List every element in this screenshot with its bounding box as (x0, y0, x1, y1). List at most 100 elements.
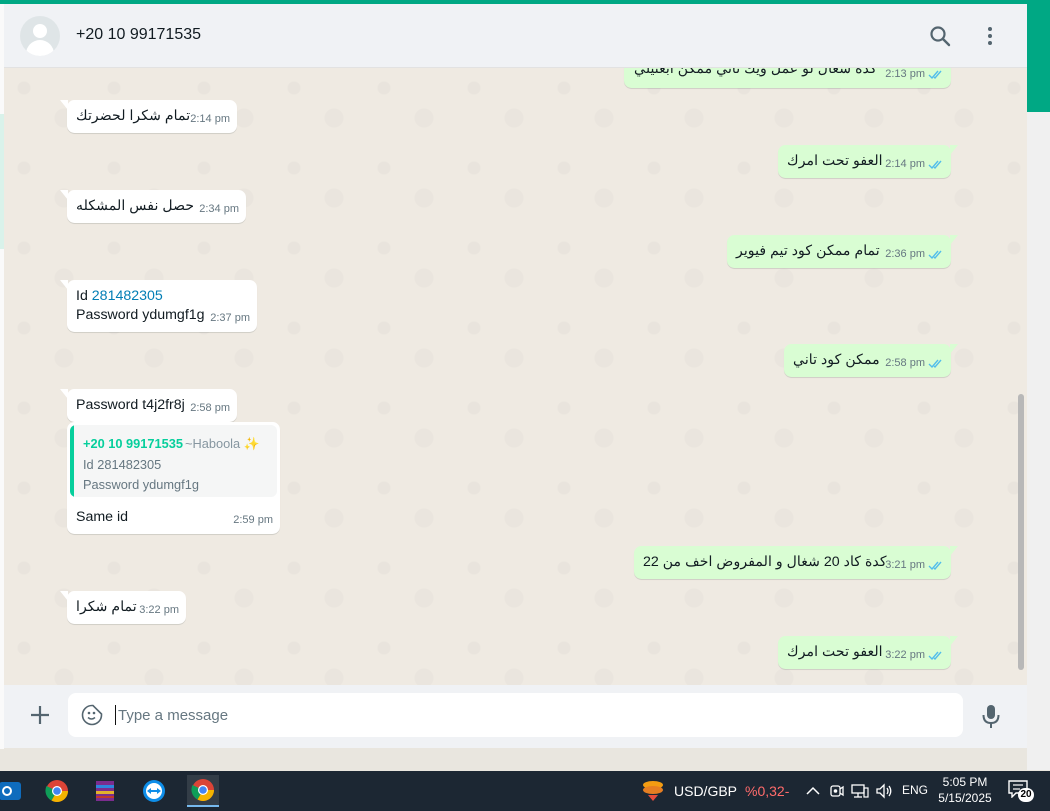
read-receipt-icon (928, 250, 942, 260)
chat-header[interactable]: +20 10 99171535 (4, 4, 1027, 68)
chrome-app-icon[interactable] (41, 775, 73, 807)
message-incoming-reply[interactable]: +20 10 99171535 ~Haboola ✨ Id 281482305 … (67, 422, 280, 534)
contact-name[interactable]: +20 10 99171535 (76, 26, 201, 44)
quote-bar (70, 425, 74, 497)
message-meta: 2:58 pm (190, 399, 230, 418)
app-right-background (1027, 112, 1050, 770)
clock-date: 5/15/2025 (938, 791, 992, 805)
message-meta: 2:59 pm (233, 511, 273, 530)
id-label: Id (76, 288, 88, 304)
message-text: Same id (76, 509, 129, 525)
ticker-change: %0,32- (745, 783, 790, 799)
meet-now-icon[interactable] (828, 782, 846, 800)
app-right-accent (1027, 4, 1050, 112)
message-meta: 2:58 pm (885, 354, 944, 373)
composer (4, 685, 1027, 748)
message-text: كدة كاد 20 شغال و المفروض اخف من 22 (643, 554, 887, 570)
message-text: ممكن كود تاني (793, 352, 880, 368)
avatar-body (26, 40, 54, 56)
notification-center-icon[interactable]: 20 (1008, 780, 1036, 802)
message-meta: 2:14 pm (190, 110, 230, 129)
message-text: العفو تحت امرك (787, 644, 883, 660)
read-receipt-icon (928, 651, 942, 661)
message-text: حصل نفس المشكله (76, 198, 195, 214)
message-meta: 2:14 pm (885, 155, 944, 174)
message-time: 2:36 pm (885, 248, 925, 260)
message-text: Id 281482305 (76, 287, 163, 306)
message-input[interactable] (118, 693, 938, 737)
message-text: كدة شغال لو عمل ويك تاني ممكن ابعتيلي (634, 68, 877, 77)
message-outgoing[interactable]: العفو تحت امرك 2:14 pm (778, 145, 958, 178)
chat-panel: +20 10 99171535 كدة شغال لو عمل ويك تاني… (4, 4, 1027, 748)
quoted-message[interactable]: +20 10 99171535 ~Haboola ✨ Id 281482305 … (70, 425, 277, 497)
message-meta: 3:22 pm (885, 646, 944, 665)
volume-icon[interactable] (876, 782, 894, 800)
read-receipt-icon (928, 359, 942, 369)
id-number-link[interactable]: 281482305 (92, 288, 163, 304)
text-caret (115, 705, 116, 725)
read-receipt-icon (928, 561, 942, 571)
message-time: 2:13 pm (885, 68, 925, 80)
chevron-up-icon[interactable] (804, 782, 822, 800)
message-scrollbar[interactable] (1015, 68, 1027, 685)
message-time: 2:34 pm (199, 203, 239, 215)
clock-time: 5:05 PM (942, 775, 988, 789)
emoji-sticker-icon[interactable] (81, 704, 103, 726)
message-time: 3:22 pm (885, 649, 925, 661)
message-time: 2:59 pm (233, 514, 273, 526)
message-input-box[interactable] (68, 693, 963, 737)
message-incoming[interactable]: حصل نفس المشكله 2:34 pm (60, 190, 246, 223)
message-outgoing[interactable]: تمام ممكن كود تيم فيوير 2:36 pm (727, 235, 958, 268)
attach-plus-icon[interactable] (28, 703, 52, 727)
stock-ticker-widget[interactable]: USD/GBP %0,32- (640, 779, 789, 803)
notification-count-badge: 20 (1018, 788, 1034, 802)
teamviewer-app-icon[interactable] (138, 775, 170, 807)
message-meta: 3:22 pm (139, 601, 179, 620)
message-time: 2:37 pm (210, 312, 250, 324)
chrome-active-app-icon[interactable] (187, 775, 219, 807)
message-list[interactable]: كدة شغال لو عمل ويك تاني ممكن ابعتيلي 2:… (4, 68, 1027, 685)
scrollbar-thumb[interactable] (1018, 394, 1024, 670)
currency-coins-icon (643, 781, 663, 801)
winrar-app-icon[interactable] (89, 775, 121, 807)
language-indicator[interactable]: ENG (902, 783, 928, 797)
message-text: تمام شكرا (76, 599, 137, 615)
ticker-symbol: USD/GBP (674, 783, 738, 799)
message-time: 2:58 pm (885, 357, 925, 369)
message-time: 3:21 pm (885, 559, 925, 571)
quote-line2: Password ydumgf1g (83, 477, 199, 492)
message-text: Password t4j2fr8j (76, 397, 185, 413)
network-icon[interactable] (851, 782, 869, 800)
system-clock[interactable]: 5:05 PM 5/15/2025 (934, 774, 996, 806)
message-text: تمام شكرا لحضرتك (76, 108, 191, 124)
avatar-head (33, 24, 47, 38)
message-outgoing[interactable]: كدة شغال لو عمل ويك تاني ممكن ابعتيلي 2:… (624, 68, 951, 88)
message-incoming[interactable]: Id 281482305 Password ydumgf1g 2:37 pm (60, 280, 257, 332)
message-text-line2: Password ydumgf1g (76, 307, 205, 323)
message-time: 3:22 pm (139, 604, 179, 616)
quote-sender: +20 10 99171535 (83, 436, 183, 451)
read-receipt-icon (928, 160, 942, 170)
message-outgoing[interactable]: ممكن كود تاني 2:58 pm (784, 344, 958, 377)
message-meta: 3:21 pm (885, 556, 944, 575)
more-vertical-icon[interactable] (978, 24, 1002, 48)
message-meta: 2:34 pm (199, 200, 239, 219)
message-time: 2:14 pm (190, 113, 230, 125)
read-receipt-icon (928, 70, 942, 80)
message-outgoing[interactable]: العفو تحت امرك 3:22 pm (778, 636, 958, 669)
search-icon[interactable] (928, 24, 952, 48)
microphone-icon[interactable] (981, 704, 1001, 730)
message-meta: 2:36 pm (885, 245, 944, 264)
message-outgoing[interactable]: كدة كاد 20 شغال و المفروض اخف من 22 3:21… (634, 546, 958, 579)
message-incoming[interactable]: تمام شكرا لحضرتك 2:14 pm (60, 100, 237, 133)
message-incoming[interactable]: Password t4j2fr8j 2:58 pm (60, 389, 237, 422)
quote-line1: Id 281482305 (83, 457, 162, 472)
message-meta: 2:37 pm (210, 309, 250, 328)
message-meta: 2:13 pm (885, 68, 944, 84)
message-incoming[interactable]: تمام شكرا 3:22 pm (60, 591, 186, 624)
message-text: العفو تحت امرك (787, 153, 883, 169)
quote-alias: ~Haboola ✨ (185, 436, 260, 451)
windows-taskbar: USD/GBP %0,32- ENG 5:05 PM 5/15/2025 20 (0, 771, 1050, 811)
outlook-app-icon[interactable] (0, 775, 26, 807)
contact-avatar[interactable] (20, 16, 60, 56)
